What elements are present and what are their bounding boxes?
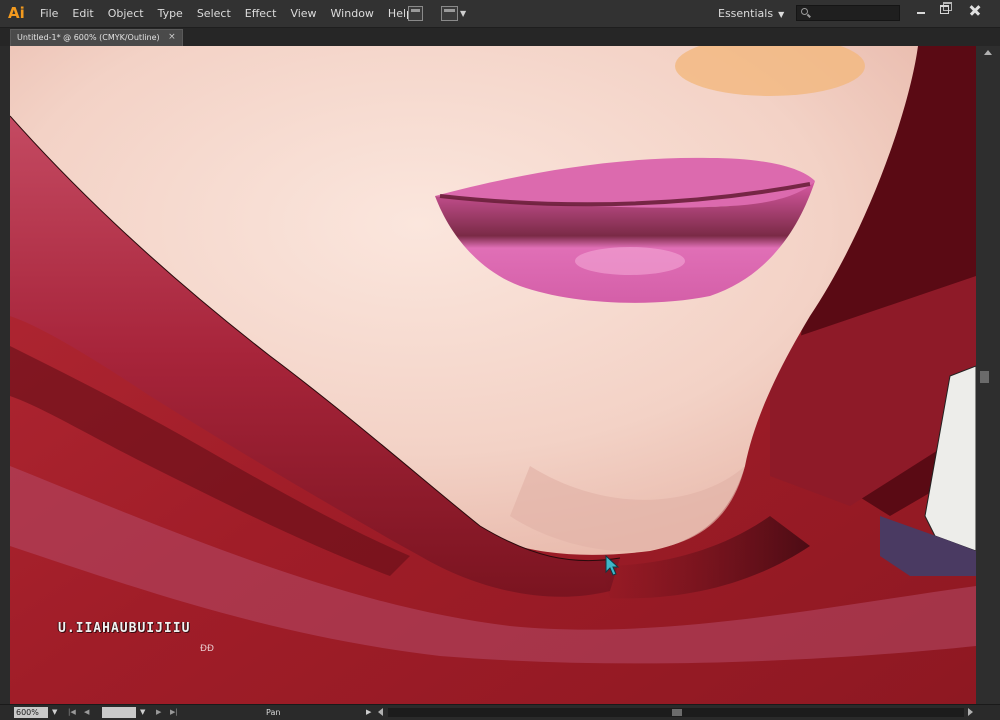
menu-file[interactable]: File [40, 7, 65, 21]
search-icon [801, 8, 808, 15]
arrange-documents-icon[interactable] [441, 6, 458, 21]
menu-type[interactable]: Type [151, 7, 190, 21]
status-bar: 600% ▼ |◀ ◀ ▼ ▶ ▶| Pan ▶ [0, 704, 1000, 720]
menu-view[interactable]: View [283, 7, 323, 21]
horizontal-scroll-thumb[interactable] [672, 709, 682, 716]
minimize-button[interactable] [912, 3, 930, 17]
zoom-dropdown-icon[interactable]: ▼ [52, 708, 57, 716]
menu-edit[interactable]: Edit [65, 7, 100, 21]
artwork-canvas[interactable]: U.IIAHAUBUIJIIU ĐĐ [10, 46, 976, 704]
artboard-number-field[interactable] [102, 707, 136, 718]
app-logo: Ai [8, 4, 25, 22]
scroll-left-icon[interactable] [378, 708, 383, 716]
workspace-label: Essentials [718, 7, 774, 20]
zoom-level-field[interactable]: 600% [14, 707, 48, 718]
last-artboard-icon[interactable]: ▶| [170, 708, 178, 716]
chevron-down-icon: ▼ [778, 10, 785, 19]
horizontal-scrollbar[interactable] [388, 708, 964, 717]
watermark-title: U.IIAHAUBUIJIIU [58, 621, 191, 636]
next-artboard-icon[interactable]: ▶ [156, 708, 161, 716]
artwork-image [10, 46, 976, 704]
workspace-switcher[interactable]: Essentials ▼ [718, 7, 784, 20]
search-input[interactable] [796, 5, 900, 21]
previous-artboard-icon[interactable]: ◀ [84, 708, 89, 716]
artboard-dropdown-icon[interactable]: ▼ [140, 708, 145, 716]
main-menu: File Edit Object Type Select Effect View… [40, 7, 420, 21]
document-tab-title: Untitled-1* @ 600% (CMYK/Outline) [17, 33, 160, 42]
close-tab-icon[interactable]: × [168, 30, 176, 45]
menu-effect[interactable]: Effect [238, 7, 284, 21]
document-tab-strip: Untitled-1* @ 600% (CMYK/Outline) × [0, 28, 1000, 46]
close-window-button[interactable] [966, 3, 984, 17]
scroll-up-icon[interactable] [984, 50, 992, 55]
status-menu-icon[interactable]: ▶ [366, 708, 371, 716]
first-artboard-icon[interactable]: |◀ [68, 708, 76, 716]
watermark-subtitle: ĐĐ [200, 644, 214, 654]
scroll-right-icon[interactable] [968, 708, 973, 716]
menu-bar: Ai File Edit Object Type Select Effect V… [0, 0, 1000, 28]
vertical-scroll-thumb[interactable] [980, 371, 989, 383]
document-tab[interactable]: Untitled-1* @ 600% (CMYK/Outline) × [10, 29, 183, 46]
current-tool-label: Pan [266, 708, 281, 717]
menu-object[interactable]: Object [101, 7, 151, 21]
menu-window[interactable]: Window [324, 7, 381, 21]
bridge-icon[interactable] [408, 6, 423, 21]
vertical-scrollbar[interactable] [976, 46, 1000, 704]
menu-select[interactable]: Select [190, 7, 238, 21]
arrange-dropdown-icon[interactable]: ▼ [460, 9, 466, 18]
restore-button[interactable] [936, 2, 954, 17]
